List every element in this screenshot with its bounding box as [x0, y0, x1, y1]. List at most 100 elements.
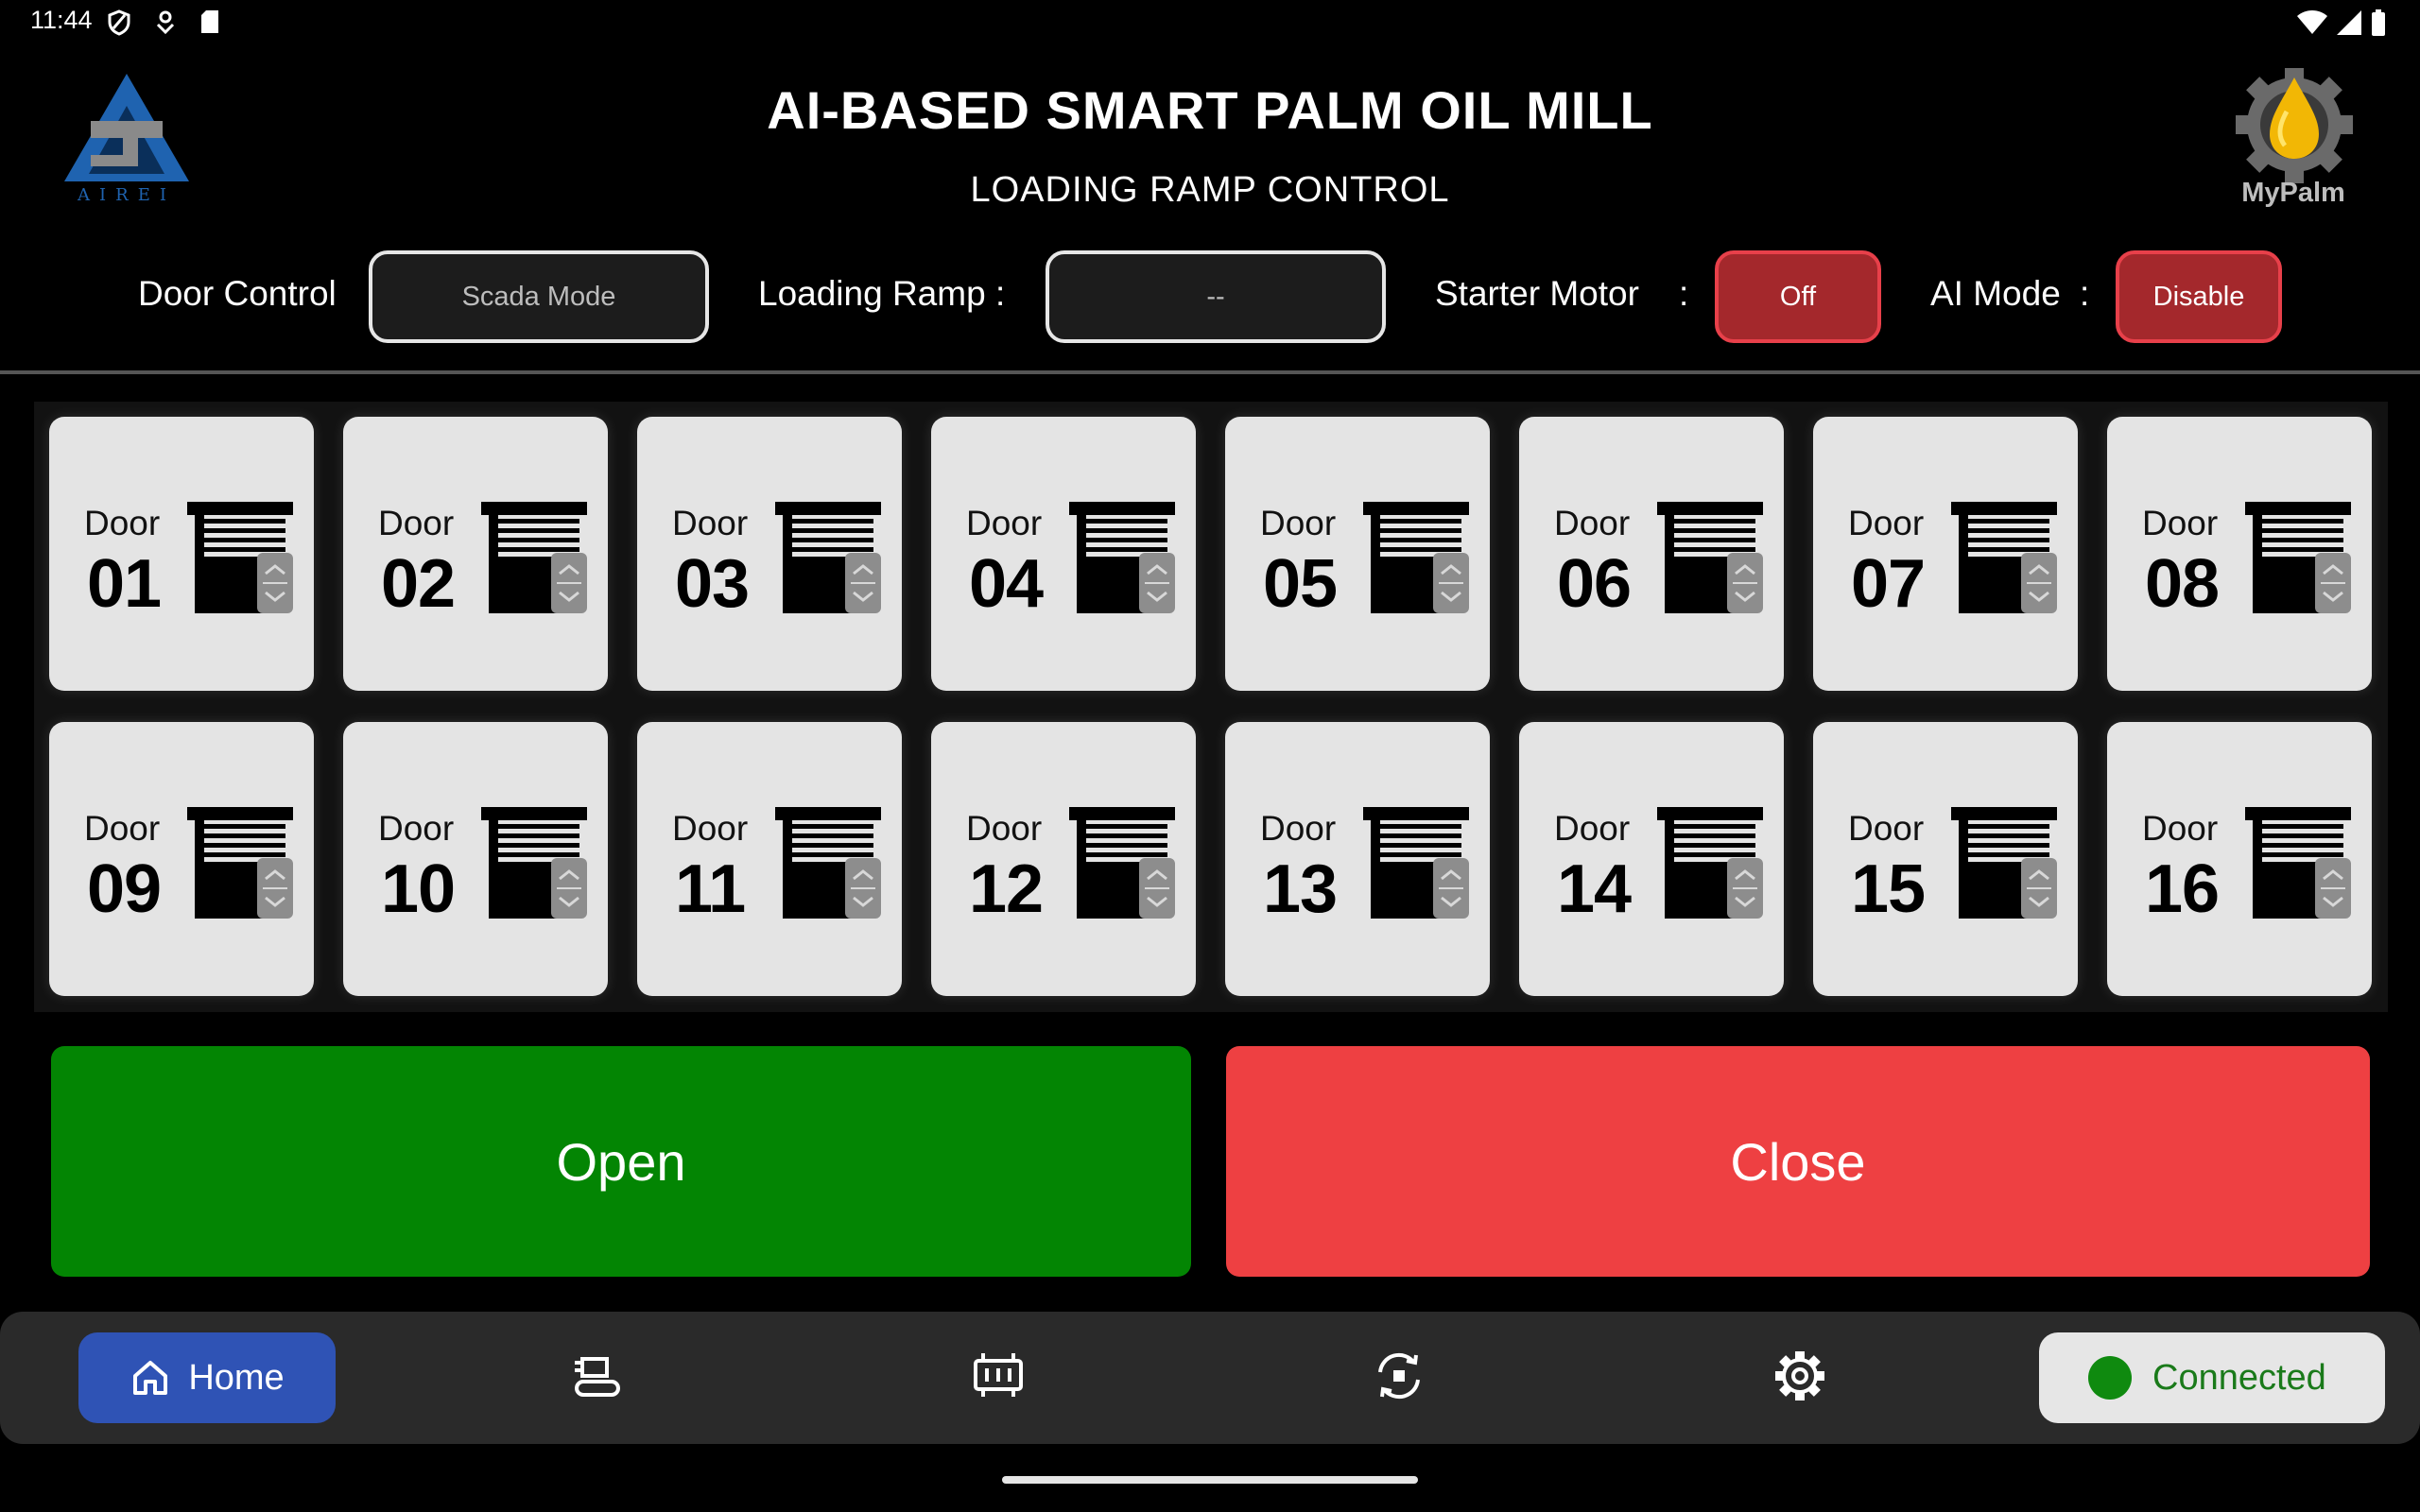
connection-status-dot [2088, 1356, 2132, 1400]
home-indicator[interactable] [1002, 1476, 1418, 1484]
door-label: Door [1260, 809, 1337, 848]
garage-door-icon [481, 502, 587, 613]
door-control-mode-field[interactable]: Scada Mode [369, 250, 709, 343]
door-number: 13 [1263, 851, 1338, 927]
garage-door-icon [481, 807, 587, 919]
door-label: Door [1260, 504, 1337, 542]
door-number: 09 [87, 851, 162, 927]
door-number: 01 [87, 546, 162, 622]
door-tile-07[interactable]: Door 07 [1813, 417, 2078, 691]
wifi-icon [2297, 10, 2327, 34]
door-tile-12[interactable]: Door 12 [931, 722, 1196, 996]
door-label: Door [1848, 504, 1925, 542]
home-icon [133, 1361, 168, 1395]
door-label: Door [966, 504, 1043, 542]
door-number: 02 [381, 546, 456, 622]
garage-door-icon [1657, 502, 1763, 613]
loading-ramp-label: Loading Ramp : [758, 274, 1006, 313]
door-number: 07 [1851, 546, 1926, 622]
garage-door-icon [2245, 502, 2351, 613]
garage-door-icon [187, 502, 293, 613]
garage-door-icon [1657, 807, 1763, 919]
door-tile-05[interactable]: Door 05 [1225, 417, 1490, 691]
door-number: 04 [969, 546, 1044, 622]
door-control-label: Door Control [138, 274, 337, 313]
garage-door-icon [775, 502, 881, 613]
door-tile-11[interactable]: Door 11 [637, 722, 902, 996]
door-number: 08 [2145, 546, 2220, 622]
page-title: AI-BASED SMART PALM OIL MILL [767, 80, 1653, 140]
page-subtitle: LOADING RAMP CONTROL [970, 170, 1450, 210]
door-number: 10 [381, 851, 456, 927]
door-tile-16[interactable]: Door 16 [2107, 722, 2372, 996]
status-time: 11:44 [30, 6, 93, 34]
door-tile-03[interactable]: Door 03 [637, 417, 902, 691]
usb-status-icon [156, 10, 175, 35]
nav-home-button[interactable]: Home [78, 1332, 336, 1423]
door-label: Door [84, 504, 161, 542]
door-label: Door [378, 504, 455, 542]
door-number: 06 [1557, 546, 1632, 622]
door-tile-08[interactable]: Door 08 [2107, 417, 2372, 691]
header-divider [0, 370, 2420, 374]
loading-ramp-field[interactable]: -- [1046, 250, 1386, 343]
bottom-nav: Home Connected [0, 1312, 2420, 1444]
starter-motor-colon: : [1679, 274, 1689, 313]
garage-door-icon [1951, 502, 2057, 613]
garage-door-icon [1363, 502, 1469, 613]
status-bar: 11:44 [0, 0, 2420, 45]
signal-icon [2337, 10, 2361, 35]
close-button[interactable]: Close [1226, 1046, 2370, 1277]
garage-door-icon [1951, 807, 2057, 919]
door-tile-13[interactable]: Door 13 [1225, 722, 1490, 996]
door-label: Door [1554, 809, 1631, 848]
door-label: Door [84, 809, 161, 848]
door-label: Door [672, 809, 749, 848]
conveyor-icon[interactable] [571, 1349, 624, 1402]
battery-icon [2372, 9, 2385, 36]
door-tile-02[interactable]: Door 02 [343, 417, 608, 691]
door-number: 11 [675, 851, 746, 927]
ai-mode-colon: : [2080, 274, 2090, 313]
ai-mode-label: AI Mode [1930, 274, 2061, 313]
starter-motor-toggle[interactable]: Off [1715, 250, 1881, 343]
sync-icon[interactable] [1373, 1349, 1426, 1402]
door-tile-01[interactable]: Door 01 [49, 417, 314, 691]
memory-chip-icon[interactable] [972, 1349, 1025, 1402]
door-tile-15[interactable]: Door 15 [1813, 722, 2078, 996]
starter-motor-label: Starter Motor [1435, 274, 1639, 313]
garage-door-icon [775, 807, 881, 919]
ai-mode-toggle[interactable]: Disable [2116, 250, 2282, 343]
status-right-icons [2297, 9, 2386, 36]
door-number: 12 [969, 851, 1044, 927]
open-button[interactable]: Open [51, 1046, 1191, 1277]
sd-card-status-icon [201, 10, 218, 33]
garage-door-icon [1363, 807, 1469, 919]
shield-status-icon [108, 9, 130, 36]
door-label: Door [2142, 809, 2219, 848]
door-number: 16 [2145, 851, 2220, 927]
door-number: 15 [1851, 851, 1926, 927]
door-label: Door [378, 809, 455, 848]
garage-door-icon [187, 807, 293, 919]
nav-home-label: Home [188, 1357, 285, 1398]
door-number: 03 [675, 546, 750, 622]
door-number: 05 [1263, 546, 1338, 622]
mypalm-logo-text: MyPalm [2241, 178, 2345, 208]
door-tile-14[interactable]: Door 14 [1519, 722, 1784, 996]
connection-status-label: Connected [2152, 1357, 2326, 1398]
garage-door-icon [2245, 807, 2351, 919]
gear-icon[interactable] [1773, 1349, 1826, 1402]
door-number: 14 [1557, 851, 1632, 927]
connection-status: Connected [2039, 1332, 2385, 1423]
garage-door-icon [1069, 502, 1175, 613]
door-label: Door [966, 809, 1043, 848]
door-tile-06[interactable]: Door 06 [1519, 417, 1784, 691]
door-label: Door [1554, 504, 1631, 542]
door-label: Door [1848, 809, 1925, 848]
door-tile-09[interactable]: Door 09 [49, 722, 314, 996]
garage-door-icon [1069, 807, 1175, 919]
door-tile-10[interactable]: Door 10 [343, 722, 608, 996]
door-label: Door [672, 504, 749, 542]
door-tile-04[interactable]: Door 04 [931, 417, 1196, 691]
